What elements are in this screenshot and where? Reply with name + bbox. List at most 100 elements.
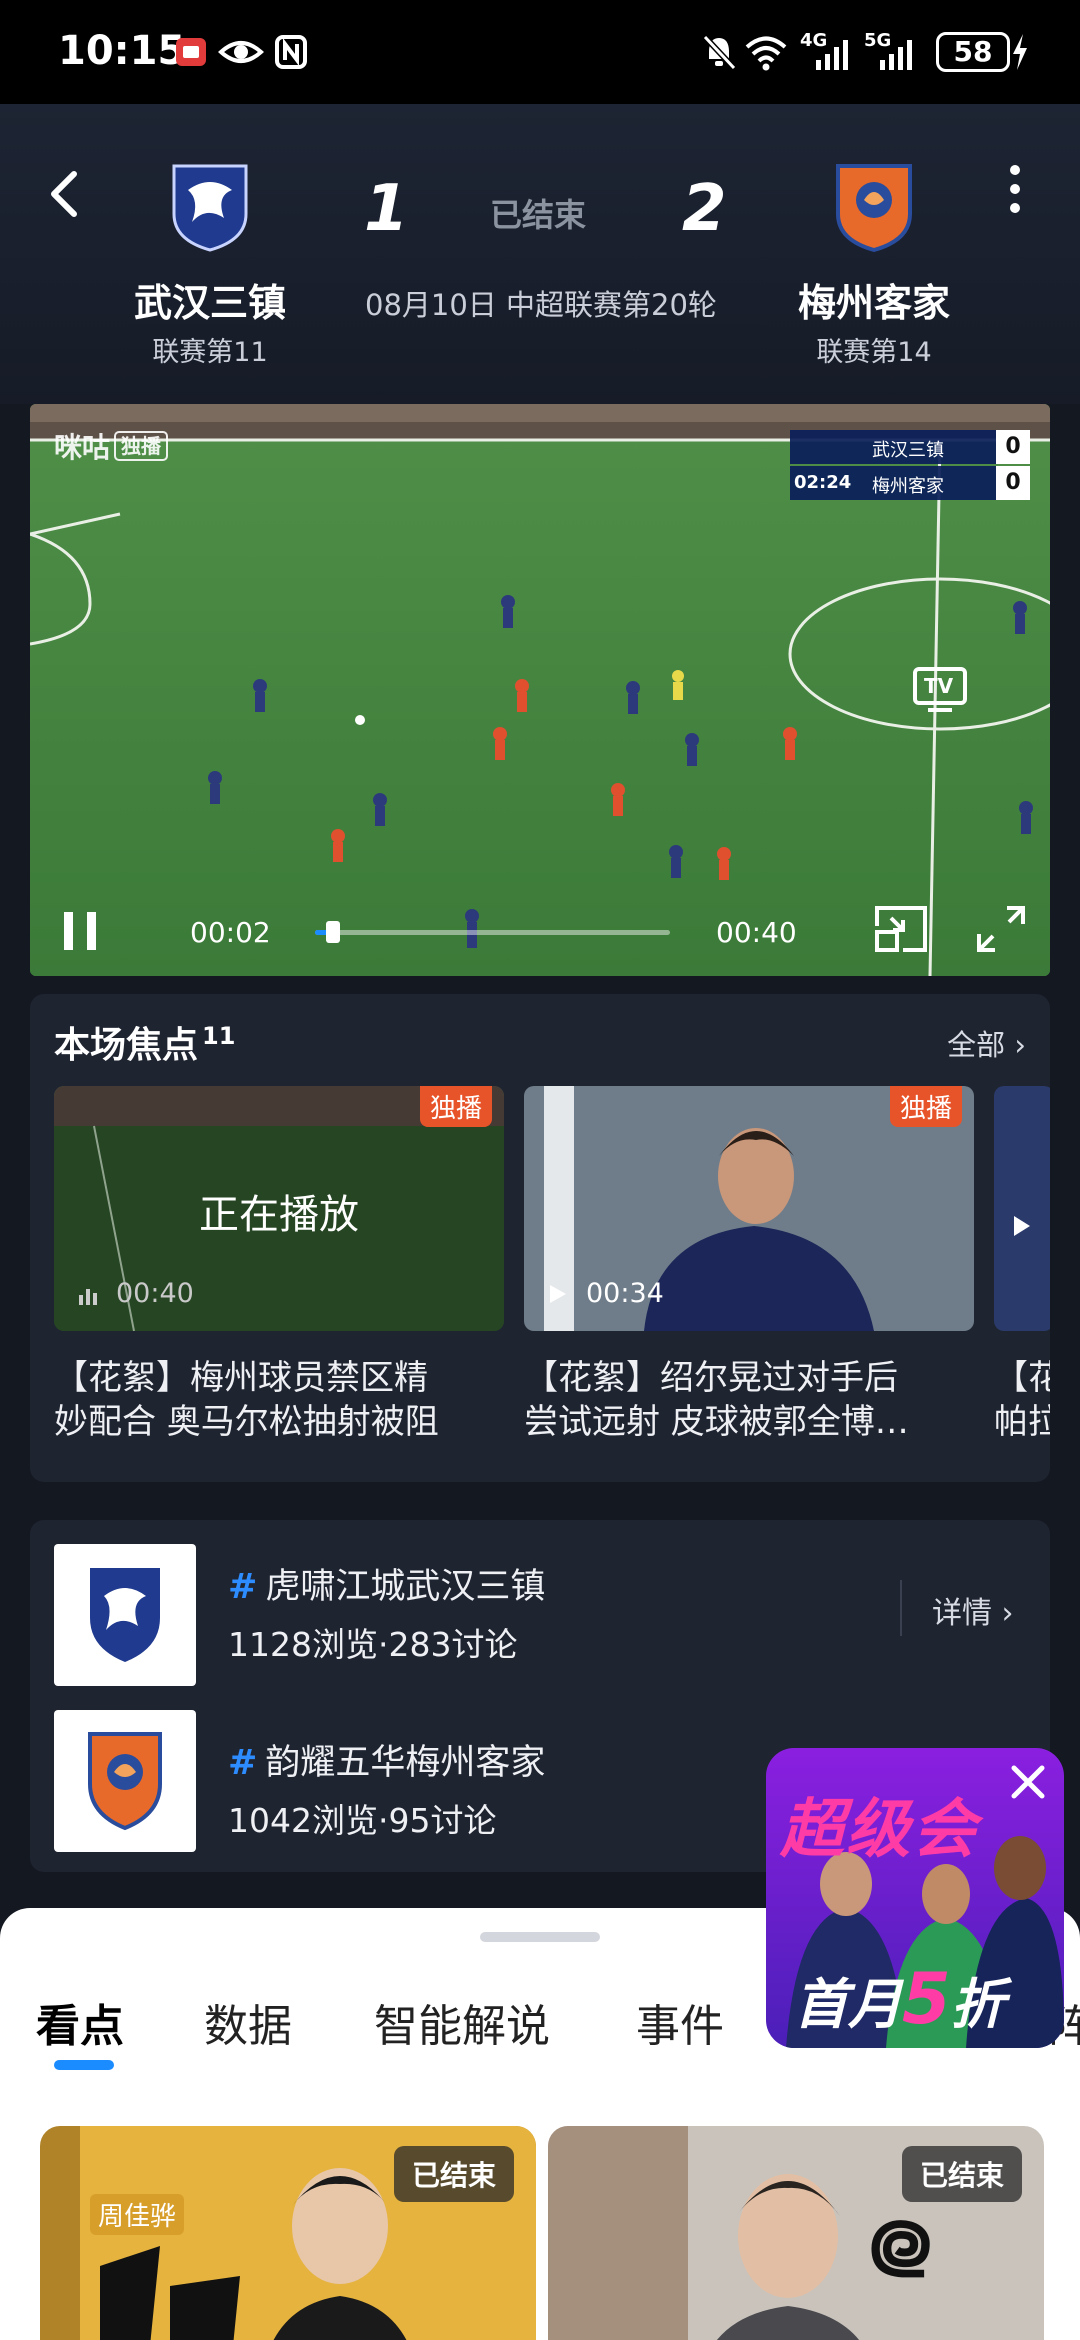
promo-headline: 超级会 [780,1793,978,1867]
highlight-title-2-line1: 【花絮】绍尔晃过对手后 [524,1358,898,1398]
status-badge: 已结束 [901,2146,1022,2202]
home-team-name[interactable]: 武汉三镇 [100,272,320,327]
play-icon [550,1285,566,1303]
seek-bar[interactable] [315,921,670,943]
content-card-2[interactable]: ᪤ 已结束 [548,2126,1044,2340]
signal-4g-icon [816,40,848,70]
status-bar: 10:15 4G 5G 58 [0,0,1080,104]
current-time: 00:02 [190,916,271,949]
eye-icon [218,41,264,63]
scorebug-home-score: 0 [996,430,1030,464]
charging-icon [1013,34,1027,70]
topic-stats-1: 1128浏览·283讨论 [228,1625,518,1664]
highlight-title-1-line2: 妙配合 奥马尔松抽射被阻 [54,1402,439,1442]
promo-offer-b: 5 [902,1958,951,2040]
topic-name-2[interactable]: # 韵耀五华梅州客家 [228,1734,545,1785]
exclusive-badge: 独播 [419,1086,492,1127]
promo-offer: 首月5折 [794,1958,1005,2040]
battery-indicator: 58 [936,32,1010,72]
svg-text:᪤: ᪤ [868,2193,933,2298]
content-card-1[interactable]: 周佳骅 已结束 [40,2126,536,2340]
video-duration: 00:40 [116,1278,194,1309]
promo-floating-ad[interactable]: 超级会 首月5折 [766,1748,1064,2048]
tab-highlights[interactable]: 看点 [36,1990,124,2054]
host-name-tag: 周佳骅 [90,2194,185,2235]
seek-handle[interactable] [325,921,340,943]
highlights-all-link[interactable]: 全部 › [947,1022,1026,1064]
highlight-title-1-line1: 【花絮】梅州球员禁区精 [54,1358,428,1398]
divider [900,1580,902,1636]
away-score: 2 [682,172,727,246]
away-team-rank: 联赛第14 [816,337,932,368]
away-team-logo[interactable] [830,160,918,252]
scorebug-clock: 02:24 [794,472,852,493]
topic-name-2-text: 韵耀五华梅州客家 [265,1743,546,1783]
tab-events[interactable]: 事件 [636,1990,724,2054]
highlights-section: 本场焦点 11 全部 › 独播 正在播放 00:40 【花絮】梅州球员禁区精 妙配… [30,994,1050,1482]
match-state: 已结束 [490,196,587,234]
pause-icon[interactable] [60,908,100,954]
tv-label: TV [924,674,954,698]
mute-bell-icon [702,34,737,71]
highlight-title-1[interactable]: 【花絮】梅州球员禁区精 妙配合 奥马尔松抽射被阻 [54,1356,509,1444]
close-icon[interactable] [1008,1762,1048,1802]
highlights-title-text: 本场焦点 [54,1025,199,1066]
tab-data[interactable]: 数据 [204,1990,292,2054]
topic-detail-label: 详情 [932,1596,992,1631]
home-team-rank: 联赛第11 [152,337,268,368]
highlight-title-2-line2: 尝试远射 皮球被郭全博… [524,1402,909,1442]
status-badge: 已结束 [393,2146,514,2202]
scorebug: 武汉三镇 0 梅州客家 0 02:24 [790,430,1030,504]
wifi-icon [745,36,787,71]
topic-name-1-text: 虎啸江城武汉三镇 [265,1567,546,1607]
topic-logo-meizhou[interactable] [54,1710,196,1852]
duration: 00:40 [716,916,797,949]
signal-5g-icon [880,40,912,70]
tab-ai-commentary[interactable]: 智能解说 [374,1990,550,2054]
nfc-icon [275,35,307,69]
fullscreen-icon[interactable] [975,904,1027,954]
home-team-logo[interactable] [166,160,254,252]
chevron-right-icon: › [1014,1028,1026,1062]
highlight-thumbnail-1[interactable]: 独播 正在播放 00:40 [54,1086,504,1331]
app-notification-icon [176,38,206,66]
topic-logo-wuhan[interactable] [54,1544,196,1686]
sheet-drag-handle[interactable] [480,1932,600,1942]
highlight-thumbnail-3[interactable] [994,1086,1050,1331]
active-tab-indicator [54,2060,114,2070]
topic-detail-link[interactable]: 详情 › [932,1588,1014,1632]
topic-name-1[interactable]: # 虎啸江城武汉三镇 [228,1558,545,1609]
video-player[interactable]: 咪咕 独播 武汉三镇 0 梅州客家 0 02:24 TV 00:02 00:40 [30,404,1050,976]
highlight-title-3[interactable]: 【花 帕拉 [994,1356,1050,1444]
now-playing-label: 正在播放 [199,1192,359,1238]
exclusive-badge: 独播 [889,1086,962,1127]
clock: 10:15 [58,28,186,74]
back-arrow-icon[interactable] [40,164,90,224]
promo-offer-a: 首月 [794,1973,902,2036]
tv-cast-icon[interactable]: TV [912,666,968,714]
highlights-title: 本场焦点 11 [54,1016,235,1068]
migu-watermark: 咪咕 独播 [54,426,169,466]
hashtag-icon: # [228,1743,258,1783]
topic-stats-2: 1042浏览·95讨论 [228,1801,497,1840]
away-team-name[interactable]: 梅州客家 [764,272,984,327]
scorebug-home-name: 武汉三镇 [872,440,944,461]
chevron-right-icon: › [1001,1596,1014,1631]
match-header: 武汉三镇 联赛第11 1 已结束 2 08月10日 中超联赛第20轮 梅州客家 … [0,104,1080,404]
home-score: 1 [364,172,409,246]
highlight-thumbnail-3-image [994,1086,1050,1331]
more-options-icon[interactable] [1000,160,1030,220]
scorebug-home-row: 武汉三镇 0 [790,430,1030,464]
hashtag-icon: # [228,1567,258,1607]
promo-offer-c: 折 [950,1973,1005,2036]
highlight-title-2[interactable]: 【花絮】绍尔晃过对手后 尝试远射 皮球被郭全博… [524,1356,979,1444]
highlights-all-label: 全部 [947,1028,1006,1062]
match-info: 08月10日 中超联赛第20轮 [365,288,717,322]
picture-in-picture-icon[interactable] [873,904,929,954]
highlight-thumbnail-2[interactable]: 独播 00:34 [524,1086,974,1331]
scorebug-away-score: 0 [996,466,1030,500]
equalizer-icon [79,1289,97,1305]
watermark-tag: 独播 [114,431,169,461]
highlight-title-3-line2: 帕拉 [994,1402,1050,1442]
highlight-title-3-line1: 【花 [994,1358,1050,1398]
